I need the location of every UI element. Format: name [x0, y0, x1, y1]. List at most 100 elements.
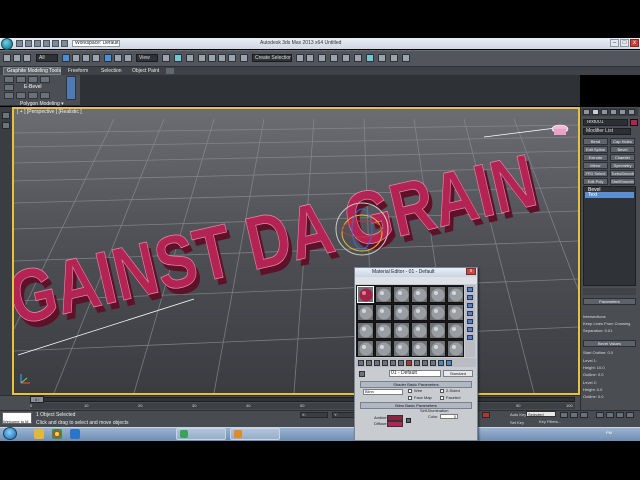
separation-spinner[interactable]: Separation: 0.01 — [583, 328, 612, 334]
material-slot[interactable] — [429, 322, 446, 339]
material-slot[interactable] — [357, 304, 374, 321]
auto-key-button[interactable]: Auto Key — [510, 412, 526, 417]
material-editor-close-button[interactable]: x — [466, 268, 476, 275]
material-slot[interactable] — [429, 340, 446, 357]
level-1-height-spinner[interactable]: Height: 10.0 — [583, 365, 605, 371]
make-unique-icon[interactable] — [398, 360, 404, 366]
material-slot[interactable] — [393, 322, 410, 339]
parameters-rollout[interactable]: Parameters — [583, 298, 636, 305]
tab-object-paint[interactable]: Object Paint — [132, 68, 159, 74]
shader-dropdown[interactable]: Blinn — [363, 389, 403, 395]
material-type-button[interactable]: Standard — [443, 370, 473, 377]
undo-icon[interactable] — [43, 40, 50, 47]
go-to-start-icon[interactable] — [560, 412, 568, 418]
lock-icon[interactable] — [406, 418, 411, 423]
set-key-icon[interactable] — [482, 412, 490, 418]
motion-tab-icon[interactable] — [610, 109, 617, 115]
tab-graphite-modeling-tools[interactable]: Graphite Modeling Tools — [3, 67, 61, 75]
maximize-viewport-icon[interactable] — [626, 412, 634, 418]
object-name-field[interactable]: Text001 — [583, 119, 628, 126]
create-tab-icon[interactable] — [583, 109, 590, 115]
open-file-icon[interactable] — [25, 40, 32, 47]
redo-icon[interactable] — [52, 40, 59, 47]
material-editor-icon[interactable] — [366, 54, 374, 62]
assign-material-icon[interactable] — [374, 360, 380, 366]
undo-tool-icon[interactable] — [3, 54, 11, 62]
time-slider[interactable] — [30, 397, 575, 402]
link-icon[interactable] — [23, 54, 31, 62]
material-slot[interactable] — [393, 286, 410, 303]
modifier-list-dropdown[interactable]: Modifier List — [583, 128, 631, 135]
mirror-icon[interactable] — [296, 54, 304, 62]
backlight-icon[interactable] — [467, 295, 473, 300]
sample-type-icon[interactable] — [467, 287, 473, 292]
orbit-icon[interactable] — [616, 412, 624, 418]
modifier-button[interactable]: ShellSmooth — [610, 178, 635, 185]
modifier-button[interactable]: Bend — [583, 138, 608, 145]
reset-map-icon[interactable] — [382, 360, 388, 366]
render-production-icon[interactable] — [402, 54, 410, 62]
ribbon-tool-button[interactable] — [40, 76, 50, 83]
ribbon-tool-button[interactable] — [4, 92, 14, 99]
redo-tool-icon[interactable] — [13, 54, 21, 62]
material-options-icon[interactable] — [467, 335, 473, 340]
app-logo-icon[interactable] — [1, 38, 13, 50]
zoom-icon[interactable] — [596, 412, 604, 418]
material-slot[interactable] — [447, 340, 464, 357]
ribbon-tool-button[interactable] — [16, 92, 26, 99]
material-slot[interactable] — [375, 304, 392, 321]
window-crossing-icon[interactable] — [92, 54, 100, 62]
viewport-tool-icon[interactable] — [2, 112, 10, 119]
spinner-snap-icon[interactable] — [228, 54, 236, 62]
key-selection-dropdown[interactable]: Selected — [526, 411, 556, 417]
display-tab-icon[interactable] — [619, 109, 626, 115]
material-slot[interactable] — [429, 286, 446, 303]
diffuse-color-swatch[interactable] — [387, 421, 403, 427]
workspace-dropdown[interactable]: Workspace: Default — [72, 40, 120, 47]
level-1-outline-spinner[interactable]: Outline: 0.0 — [583, 372, 603, 378]
material-slot[interactable] — [375, 322, 392, 339]
start-outline-spinner[interactable]: Start Outline: 0.0 — [583, 350, 613, 356]
blinn-basic-rollout[interactable]: Blinn Basic Parameters — [360, 402, 472, 409]
snaps-toggle-icon[interactable] — [198, 54, 206, 62]
material-slot[interactable] — [375, 340, 392, 357]
ribbon-minimize-icon[interactable] — [166, 68, 174, 74]
select-manipulate-icon[interactable] — [174, 54, 182, 62]
face-map-checkbox[interactable] — [408, 396, 412, 400]
key-filters-button[interactable]: Key Filters... — [539, 419, 561, 424]
viewcube-icon[interactable] — [551, 124, 569, 135]
keyboard-shortcut-icon[interactable] — [186, 54, 194, 62]
modifier-button[interactable]: Extrude — [583, 154, 608, 161]
percent-snap-icon[interactable] — [218, 54, 226, 62]
ribbon-tool-button[interactable] — [4, 84, 14, 91]
play-icon[interactable] — [570, 412, 578, 418]
curve-editor-icon[interactable] — [342, 54, 350, 62]
start-button-icon[interactable] — [3, 427, 17, 440]
material-slot[interactable] — [447, 322, 464, 339]
sample-uv-tiling-icon[interactable] — [467, 311, 473, 316]
select-by-name-icon[interactable] — [72, 54, 80, 62]
level-2-outline-spinner[interactable]: Outline: 0.0 — [583, 394, 603, 400]
minimize-button[interactable]: – — [610, 39, 619, 47]
modifier-button[interactable]: TurboSmooth — [610, 170, 635, 177]
modifier-button[interactable]: Mirror — [583, 162, 608, 169]
ribbon-tool-button[interactable] — [4, 76, 14, 83]
video-color-check-icon[interactable] — [467, 319, 473, 324]
reference-coordinate-dropdown[interactable]: View — [136, 54, 158, 62]
two-sided-checkbox[interactable] — [440, 389, 444, 393]
tray-clock[interactable]: PM — [606, 430, 612, 435]
ribbon-tool-button[interactable] — [28, 76, 38, 83]
schematic-view-icon[interactable] — [354, 54, 362, 62]
go-to-end-icon[interactable] — [580, 412, 588, 418]
material-slot[interactable] — [411, 286, 428, 303]
material-slot[interactable] — [429, 304, 446, 321]
project-folder-icon[interactable] — [61, 40, 68, 47]
save-file-icon[interactable] — [34, 40, 41, 47]
go-forward-icon[interactable] — [446, 360, 452, 366]
bevel-values-rollout[interactable]: Bevel Values — [583, 340, 636, 347]
ribbon-tool-button[interactable] — [28, 92, 38, 99]
selection-filter-dropdown[interactable]: All — [36, 54, 58, 62]
time-slider-thumb[interactable]: 0 / 100 — [30, 396, 44, 407]
material-name-field[interactable]: 01 - Default — [389, 370, 441, 377]
make-preview-icon[interactable] — [467, 327, 473, 332]
